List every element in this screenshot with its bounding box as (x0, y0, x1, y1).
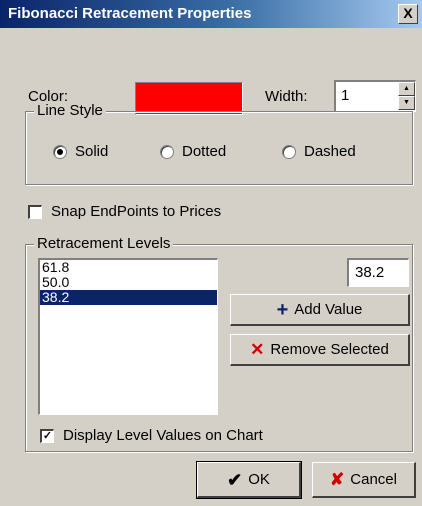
radio-dotted-label[interactable]: Dotted (182, 143, 226, 160)
title-bar[interactable]: Fibonacci Retracement Properties X (0, 0, 422, 28)
list-item-selected[interactable]: 38.2 (40, 290, 217, 305)
ok-label: OK (248, 471, 270, 488)
remove-selected-label: Remove Selected (270, 341, 389, 358)
window-title: Fibonacci Retracement Properties (8, 5, 252, 22)
list-item[interactable]: 50.0 (40, 275, 217, 290)
radio-solid-label[interactable]: Solid (75, 143, 108, 160)
width-value[interactable]: 1 (341, 87, 349, 104)
snap-label[interactable]: Snap EndPoints to Prices (51, 203, 221, 220)
remove-selected-button[interactable]: ✕ Remove Selected (230, 334, 410, 366)
cancel-button[interactable]: ✘ Cancel (312, 462, 416, 498)
snap-checkbox[interactable] (28, 205, 42, 219)
checkmark-icon: ✓ (42, 430, 53, 442)
display-values-checkbox[interactable]: ✓ (40, 429, 54, 443)
close-button[interactable]: X (398, 4, 418, 24)
retracement-title: Retracement Levels (34, 235, 174, 252)
radio-dotted[interactable] (160, 145, 174, 159)
display-values-label[interactable]: Display Level Values on Chart (63, 427, 263, 444)
level-input[interactable]: 38.2 (347, 258, 409, 287)
ok-checkmark-icon: ✔ (227, 469, 243, 490)
width-spinner[interactable]: 1 ▲ ▼ (334, 80, 416, 112)
list-item[interactable]: 61.8 (40, 260, 217, 275)
radio-selected-dot (57, 149, 63, 155)
cancel-label: Cancel (350, 471, 397, 488)
add-value-button[interactable]: + Add Value (230, 294, 410, 326)
radio-solid[interactable] (53, 145, 67, 159)
radio-dashed[interactable] (282, 145, 296, 159)
line-style-title: Line Style (34, 102, 106, 119)
remove-icon: ✕ (250, 340, 265, 359)
levels-listbox[interactable]: 61.8 50.0 38.2 (38, 258, 218, 415)
cancel-x-icon: ✘ (330, 470, 345, 489)
radio-dashed-label[interactable]: Dashed (304, 143, 356, 160)
width-label: Width: (265, 88, 308, 105)
close-icon: X (403, 5, 413, 21)
fibonacci-properties-dialog: Fibonacci Retracement Properties X Color… (0, 0, 422, 506)
add-icon: + (276, 298, 289, 321)
spin-up-icon[interactable]: ▲ (398, 82, 415, 96)
ok-button[interactable]: ✔ OK (196, 461, 302, 499)
add-value-label: Add Value (294, 301, 363, 318)
spin-down-icon[interactable]: ▼ (398, 96, 415, 110)
